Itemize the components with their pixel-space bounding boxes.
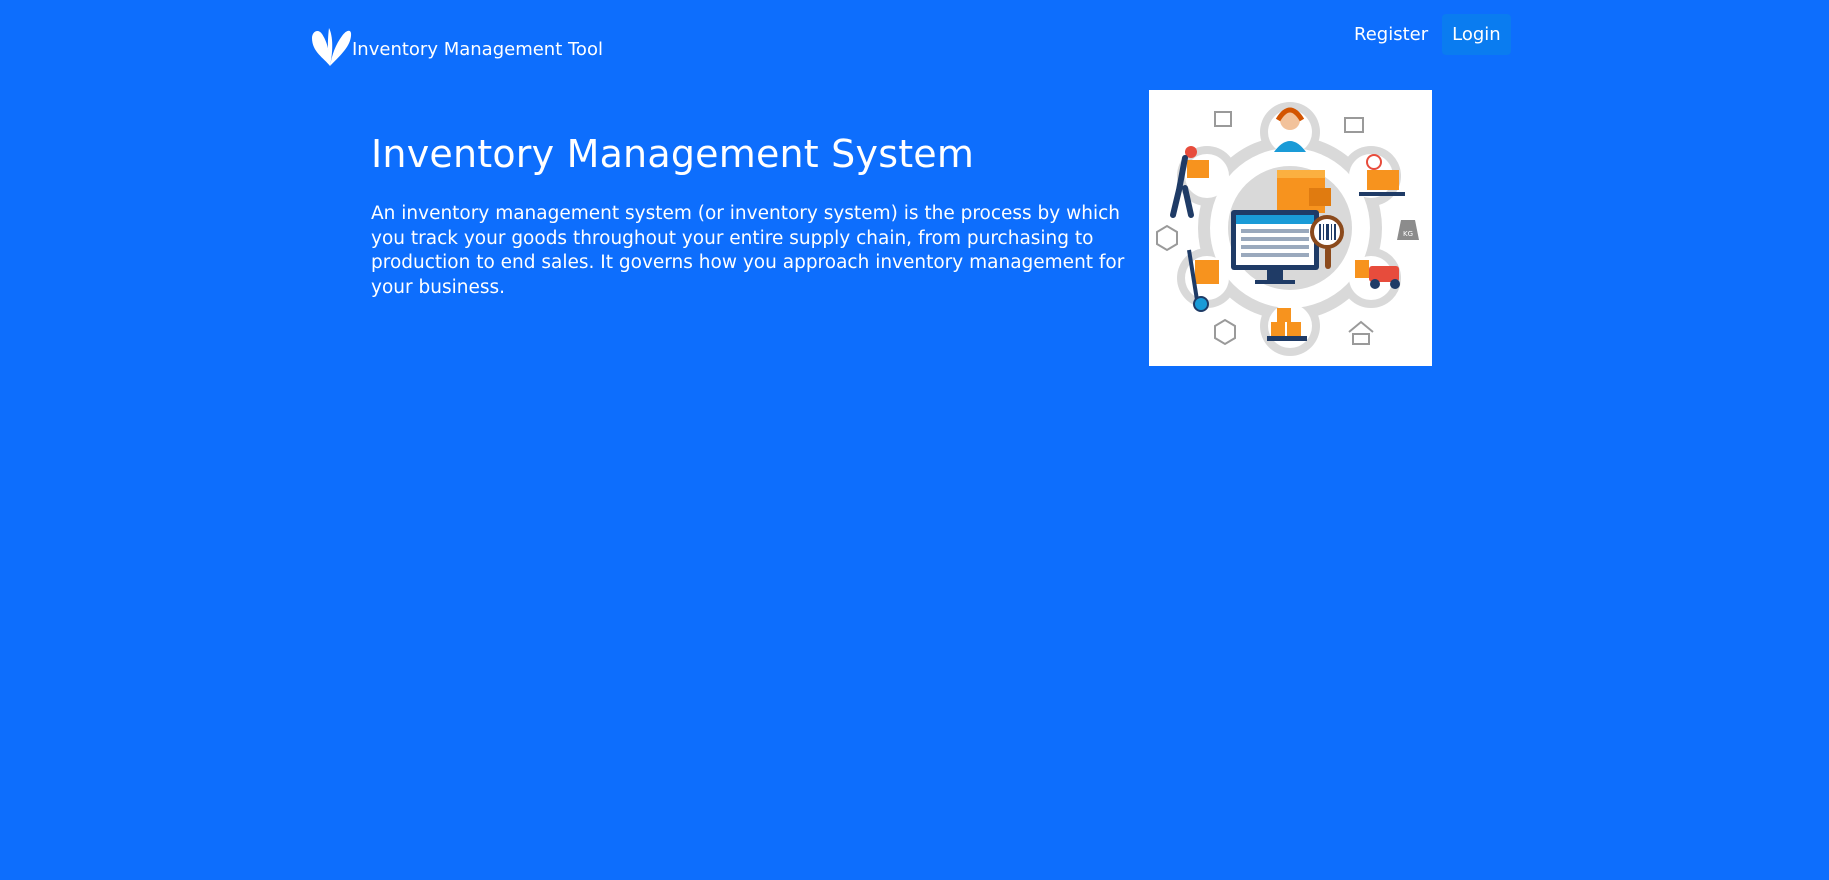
page-title: Inventory Management System xyxy=(371,132,975,176)
brand-link[interactable]: Inventory Management Tool xyxy=(310,24,603,68)
hero-section: Inventory Management System An inventory… xyxy=(371,128,1141,300)
navbar: Inventory Management Tool Register Login xyxy=(0,0,1829,76)
inventory-illustration-graphic: KG xyxy=(1156,102,1419,356)
nav-register-link[interactable]: Register xyxy=(1344,14,1438,55)
weight-label: KG xyxy=(1403,230,1413,238)
nav-login-link[interactable]: Login xyxy=(1442,14,1511,55)
leaf-icon xyxy=(312,28,352,67)
page-description: An inventory management system (or inven… xyxy=(371,203,1125,298)
nav-links: Register Login xyxy=(1340,14,1511,55)
brand-name: Inventory Management Tool xyxy=(352,38,603,60)
inventory-illustration: KG xyxy=(1149,90,1432,366)
